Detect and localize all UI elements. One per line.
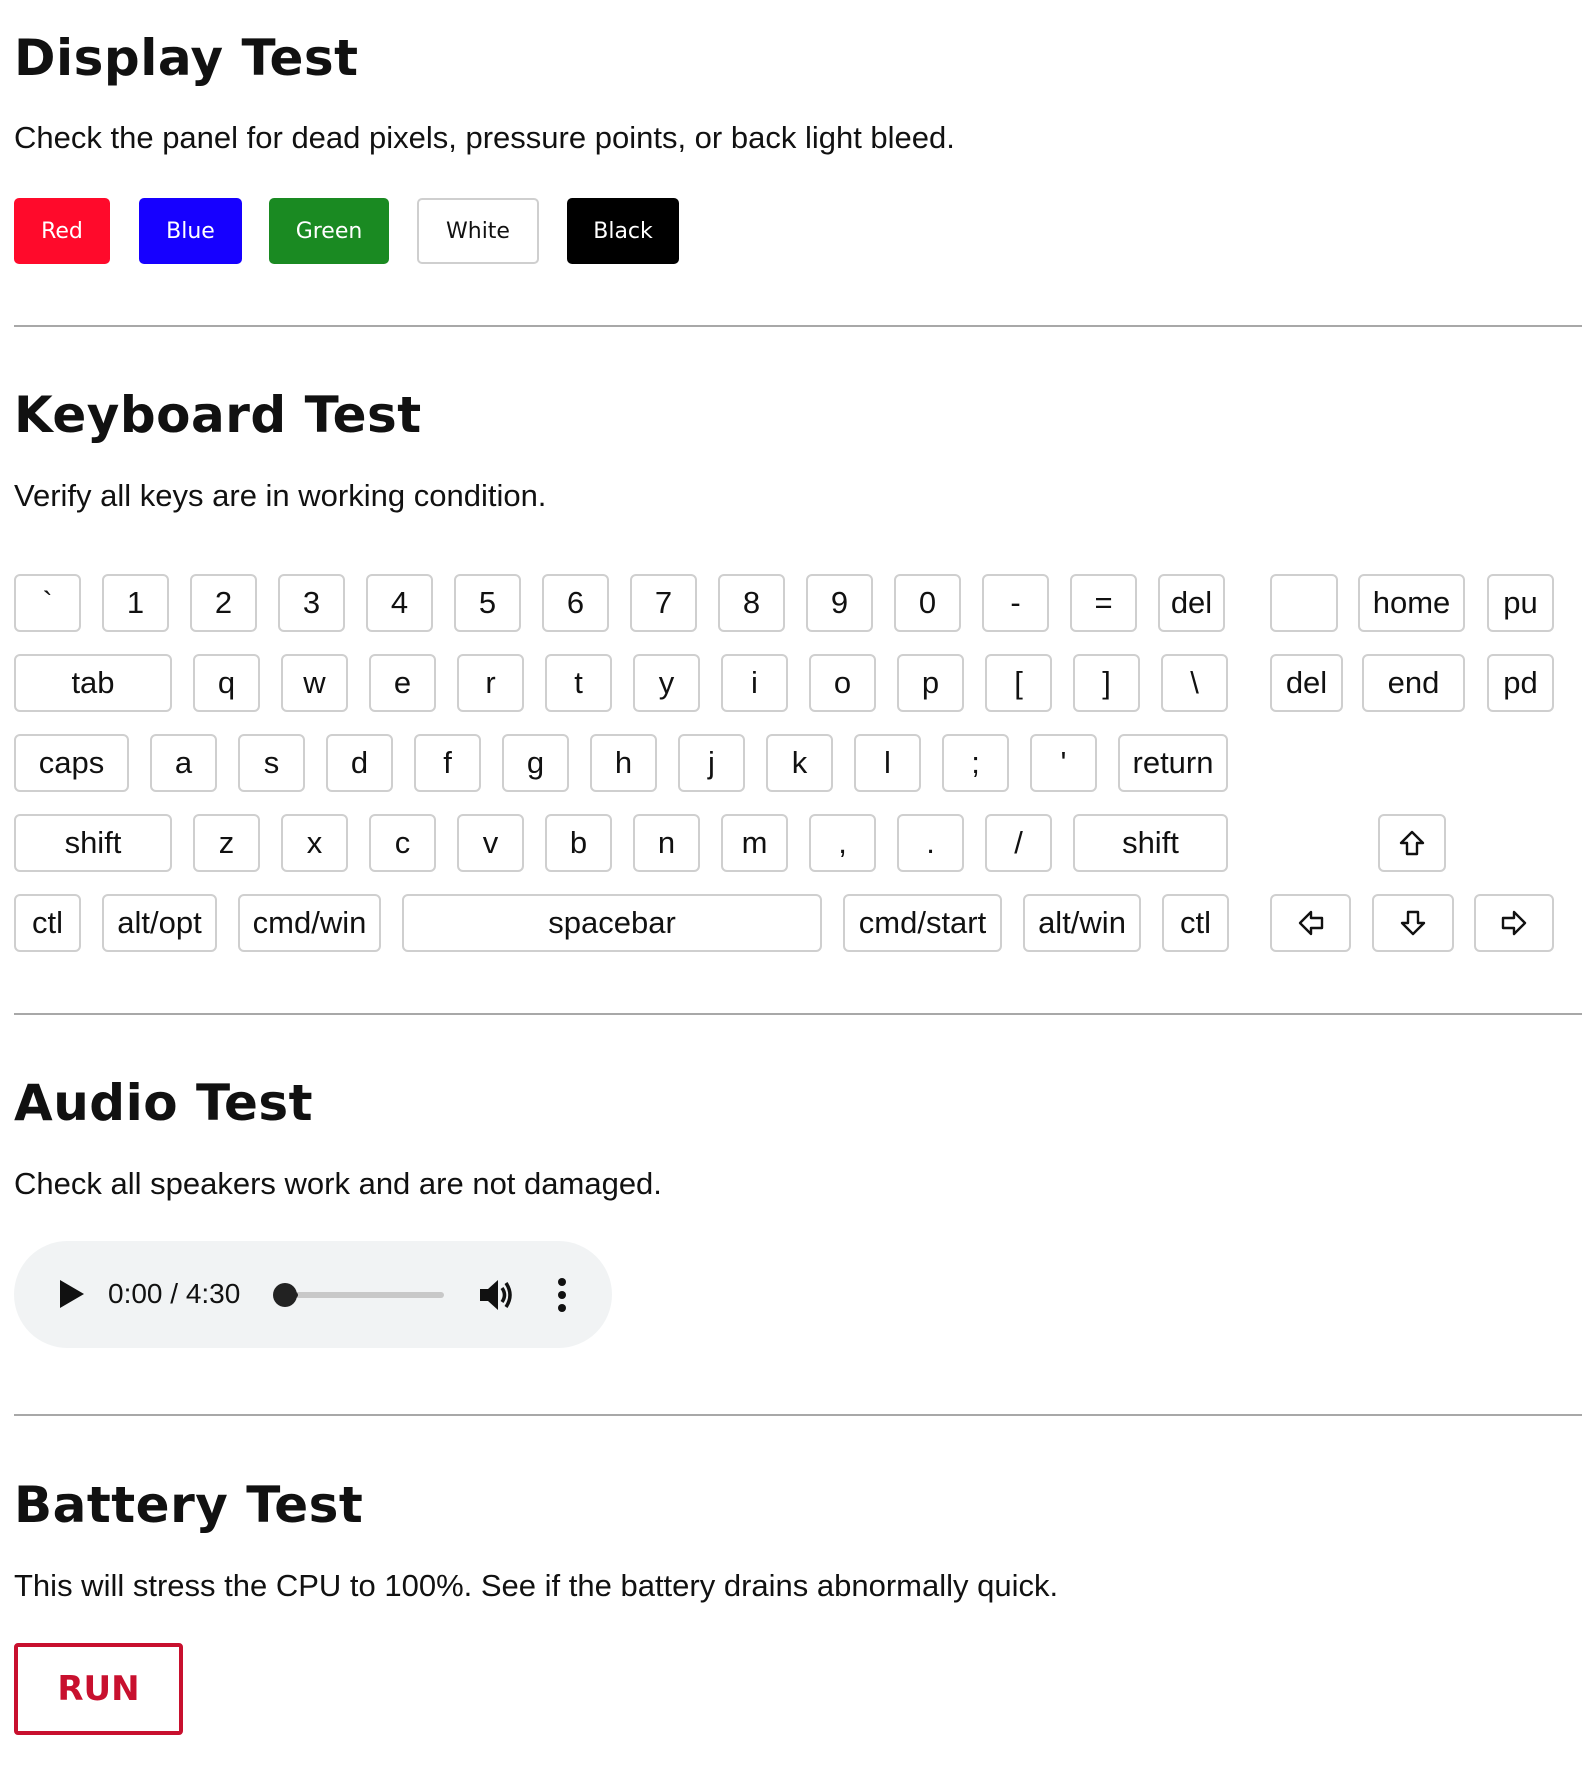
- battery-test-title: Battery Test: [14, 1476, 364, 1534]
- run-button[interactable]: RUN: [14, 1643, 183, 1735]
- battery-test-section: Battery Test This will stress the CPU to…: [14, 0, 1582, 1640]
- battery-test-description: This will stress the CPU to 100%. See if…: [14, 1568, 1059, 1603]
